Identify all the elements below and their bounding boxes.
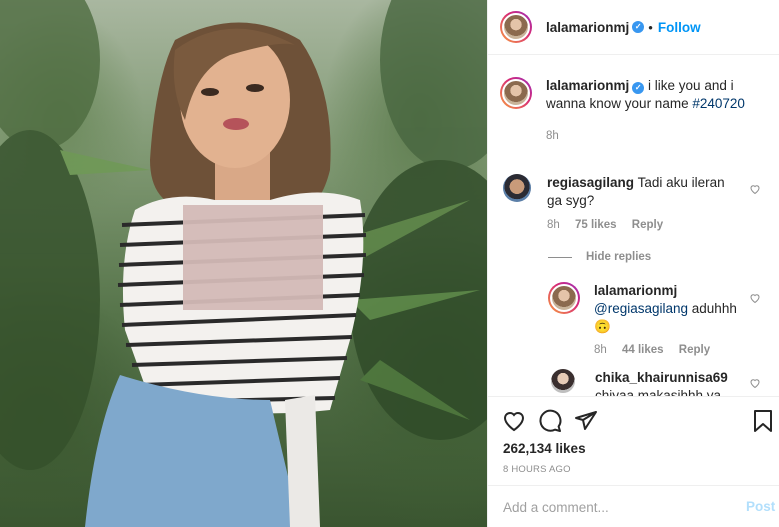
caption-time[interactable]: 8h [546,130,559,142]
reply-text-block: lalamarionmj @regiasagilang aduhhh 🙃 [594,282,742,336]
comment-reply-button[interactable]: Reply [632,219,663,231]
reply-avatar[interactable] [551,369,575,393]
reply-reply-button[interactable]: Reply [679,344,710,356]
post-photo[interactable] [0,0,487,527]
follow-button[interactable]: Follow [658,20,701,35]
comment-text-block: regiasagilang Tadi aku ileran ga syg? [547,174,737,210]
reply-emoji: 🙃 [594,319,611,334]
post-side-panel: lalamarionmj ✓ • Follow lalamarionmj ✓ i … [487,0,779,527]
reply-item: chika_khairunnisa69 chiyaa makasihhh ya [551,369,751,396]
photo-illustration [0,0,487,527]
reply-avatar[interactable] [548,282,580,314]
hide-replies-line [548,256,572,258]
separator-dot: • [648,19,653,35]
likes-count[interactable]: 262,134 likes [503,441,586,456]
caption-username[interactable]: lalamarionmj [546,78,629,93]
reply-like-heart-icon[interactable] [749,377,761,389]
comment-input[interactable] [503,496,733,518]
caption: lalamarionmj ✓ i like you and i wanna kno… [500,77,770,142]
comment-item: regiasagilang Tadi aku ileran ga syg? 8h… [503,174,753,231]
comments-list[interactable]: lalamarionmj ✓ i like you and i wanna kno… [488,55,779,396]
post-header: lalamarionmj ✓ • Follow [488,0,779,55]
caption-text-block: lalamarionmj ✓ i like you and i wanna kno… [546,77,746,113]
comment-likes[interactable]: 75 likes [575,219,617,231]
author-username[interactable]: lalamarionmj [546,20,629,35]
caption-hashtag[interactable]: #240720 [692,96,745,111]
reply-item: lalamarionmj @regiasagilang aduhhh 🙃 8h … [548,282,748,356]
caption-meta: 8h [546,130,746,142]
reply-time[interactable]: 8h [594,344,607,356]
add-comment-bar: Post [488,485,779,527]
reply-mention[interactable]: @regiasagilang [594,301,688,316]
reply-text: chiyaa makasihhh ya [595,388,722,396]
verified-badge-icon: ✓ [632,82,645,94]
share-paper-plane-icon[interactable] [574,409,598,433]
commenter-avatar[interactable] [503,174,531,202]
verified-badge-icon: ✓ [632,21,645,33]
save-bookmark-icon[interactable] [752,409,774,433]
comment-username[interactable]: regiasagilang [547,175,634,190]
hide-replies-label: Hide replies [586,251,652,263]
post-timestamp[interactable]: 8 HOURS AGO [503,464,571,475]
post-comment-button[interactable]: Post [746,499,775,514]
post-actions: 262,134 likes 8 HOURS AGO [488,396,779,485]
reply-username[interactable]: lalamarionmj [594,283,677,298]
comment-time[interactable]: 8h [547,219,560,231]
reply-like-heart-icon[interactable] [749,292,761,304]
reply-text-block: chika_khairunnisa69 chiyaa makasihhh ya [595,369,745,396]
reply-username[interactable]: chika_khairunnisa69 [595,370,728,385]
hide-replies-toggle[interactable]: Hide replies [548,251,651,263]
author-avatar[interactable] [500,11,532,43]
reply-likes[interactable]: 44 likes [622,344,664,356]
caption-avatar[interactable] [500,77,532,109]
reply-text: aduhhh [691,301,737,316]
comment-icon[interactable] [538,409,562,433]
comment-like-heart-icon[interactable] [749,183,761,195]
censor-blur [183,205,323,310]
like-heart-icon[interactable] [502,409,526,433]
comment-meta: 8h 75 likes Reply [547,219,737,231]
reply-meta: 8h 44 likes Reply [594,344,742,356]
